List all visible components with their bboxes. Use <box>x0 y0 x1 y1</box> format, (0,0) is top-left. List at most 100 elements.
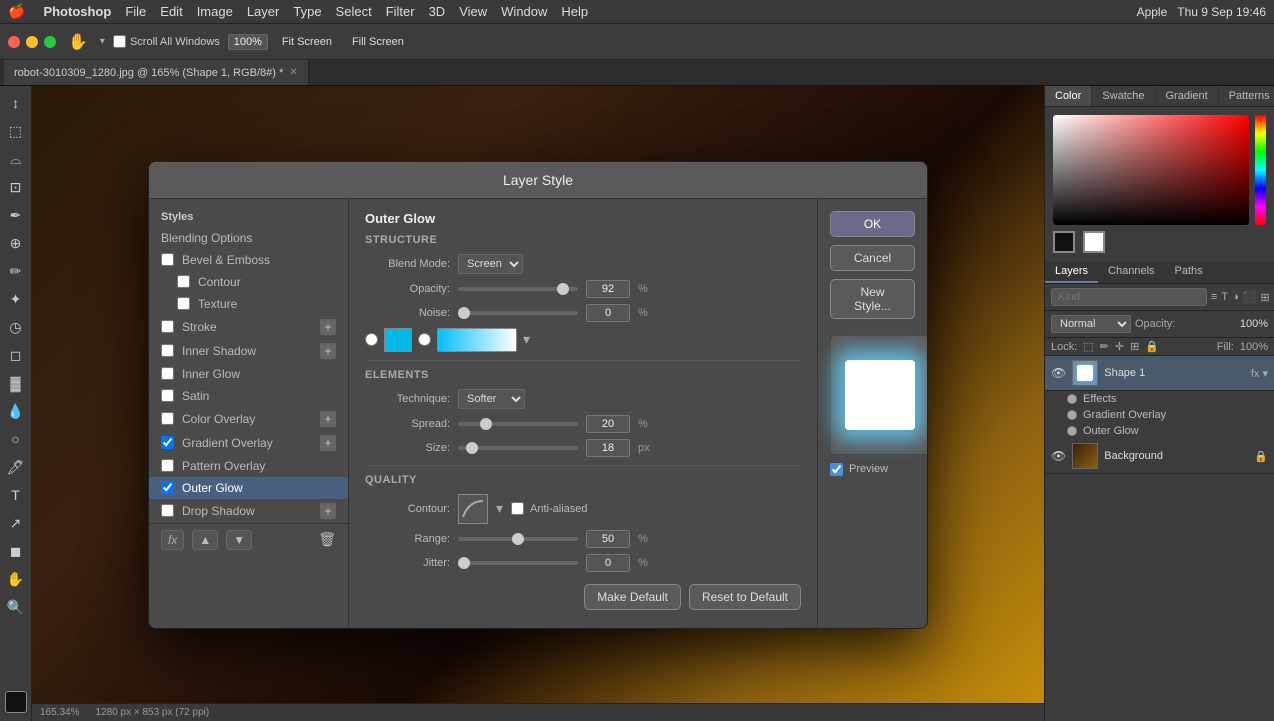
move-down-button[interactable]: ▼ <box>226 530 252 550</box>
gradient-tool[interactable]: ▓ <box>3 370 29 396</box>
type-icon[interactable]: T <box>1221 291 1228 303</box>
inner-shadow-item[interactable]: Inner Shadow + <box>149 339 348 363</box>
ok-button[interactable]: OK <box>830 211 915 237</box>
stroke-item[interactable]: Stroke + <box>149 315 348 339</box>
gradient-overlay-plus-icon[interactable]: + <box>320 435 336 451</box>
adjustment-icon[interactable]: ◑ <box>1232 291 1239 303</box>
tab-patterns[interactable]: Patterns <box>1219 86 1274 106</box>
tab-swatche[interactable]: Swatche <box>1092 86 1155 106</box>
inner-shadow-plus-icon[interactable]: + <box>320 343 336 359</box>
shape-tool[interactable]: ◼ <box>3 538 29 564</box>
eyedropper-tool[interactable]: ✒ <box>3 202 29 228</box>
foreground-color[interactable] <box>5 691 27 713</box>
menu-file[interactable]: File <box>125 4 146 19</box>
anti-alias-label[interactable]: Anti-aliased <box>511 502 587 515</box>
select-tool[interactable]: ⬚ <box>3 118 29 144</box>
zoom-input[interactable] <box>228 34 268 50</box>
contour-picker[interactable] <box>458 494 488 524</box>
kind-icon[interactable]: ≡ <box>1211 291 1217 303</box>
size-slider[interactable] <box>458 446 578 450</box>
anti-alias-checkbox[interactable] <box>511 502 524 515</box>
hand-icon[interactable]: ✋ <box>68 32 88 52</box>
opacity-slider[interactable] <box>458 287 578 291</box>
smart-object-icon[interactable]: ⊞ <box>1261 291 1270 304</box>
path-selection-tool[interactable]: ↗ <box>3 510 29 536</box>
lock-position-icon[interactable]: ✛ <box>1115 340 1124 353</box>
gradient-radio[interactable] <box>418 333 431 346</box>
menu-select[interactable]: Select <box>336 4 372 19</box>
menu-layer[interactable]: Layer <box>247 4 280 19</box>
layers-search-input[interactable] <box>1051 288 1207 306</box>
spread-slider[interactable] <box>458 422 578 426</box>
bevel-emboss-checkbox[interactable] <box>161 253 174 266</box>
shape1-layer[interactable]: 👁 Shape 1 fx ▾ <box>1045 356 1274 391</box>
layer-blend-select[interactable]: Normal <box>1051 315 1131 333</box>
tab-gradient[interactable]: Gradient <box>1156 86 1219 106</box>
satin-checkbox[interactable] <box>161 389 174 402</box>
gradient-overlay-effect[interactable]: Gradient Overlay <box>1045 407 1274 423</box>
hue-slider[interactable] <box>1255 115 1266 225</box>
color-picker-gradient[interactable] <box>1053 115 1249 225</box>
maximize-button[interactable] <box>44 36 56 48</box>
minimize-button[interactable] <box>26 36 38 48</box>
healing-tool[interactable]: ⊕ <box>3 230 29 256</box>
background-visibility-icon[interactable]: 👁 <box>1051 449 1066 463</box>
preview-checkbox[interactable] <box>830 463 843 476</box>
history-tool[interactable]: ◷ <box>3 314 29 340</box>
lasso-tool[interactable]: ⌓ <box>3 146 29 172</box>
jitter-slider[interactable] <box>458 561 578 565</box>
pattern-overlay-item[interactable]: Pattern Overlay <box>149 455 348 477</box>
close-button[interactable] <box>8 36 20 48</box>
range-slider[interactable] <box>458 537 578 541</box>
menu-type[interactable]: Type <box>293 4 321 19</box>
gradient-overlay-visibility[interactable] <box>1067 410 1077 420</box>
move-up-button[interactable]: ▲ <box>192 530 218 550</box>
noise-slider[interactable] <box>458 311 578 315</box>
texture-checkbox[interactable] <box>177 297 190 310</box>
menu-window[interactable]: Window <box>501 4 547 19</box>
gradient-overlay-checkbox[interactable] <box>161 436 174 449</box>
inner-glow-checkbox[interactable] <box>161 367 174 380</box>
lock-all-icon[interactable]: 🔒 <box>1145 340 1159 353</box>
shape-layer-icon[interactable]: ⬛ <box>1243 291 1257 304</box>
pen-tool[interactable]: 🖊 <box>3 454 29 480</box>
gradient-overlay-item[interactable]: Gradient Overlay + <box>149 431 348 455</box>
dodge-tool[interactable]: ○ <box>3 426 29 452</box>
delete-button[interactable]: 🗑 <box>318 531 336 548</box>
new-style-button[interactable]: New Style... <box>830 279 915 319</box>
satin-item[interactable]: Satin <box>149 385 348 407</box>
spread-input[interactable] <box>586 415 630 433</box>
fx-indicator[interactable]: fx ▾ <box>1251 367 1268 380</box>
size-input[interactable] <box>586 439 630 457</box>
menu-help[interactable]: Help <box>561 4 588 19</box>
crop-tool[interactable]: ⊡ <box>3 174 29 200</box>
hand-chevron[interactable]: ▾ <box>100 36 105 47</box>
technique-select[interactable]: Softer Precise <box>458 389 525 409</box>
contour-item[interactable]: Contour <box>149 271 348 293</box>
contour-checkbox[interactable] <box>177 275 190 288</box>
pattern-overlay-checkbox[interactable] <box>161 459 174 472</box>
menu-image[interactable]: Image <box>197 4 233 19</box>
app-name[interactable]: Photoshop <box>43 4 111 19</box>
menu-3d[interactable]: 3D <box>429 4 446 19</box>
outer-glow-visibility[interactable] <box>1067 426 1077 436</box>
outer-glow-checkbox[interactable] <box>161 481 174 494</box>
clone-tool[interactable]: ✦ <box>3 286 29 312</box>
menu-edit[interactable]: Edit <box>160 4 182 19</box>
lock-transparency-icon[interactable]: ⬚ <box>1083 340 1093 353</box>
stroke-plus-icon[interactable]: + <box>320 319 336 335</box>
move-tool[interactable]: ↕ <box>3 90 29 116</box>
color-radio[interactable] <box>365 333 378 346</box>
drop-shadow-checkbox[interactable] <box>161 504 174 517</box>
tab-channels[interactable]: Channels <box>1098 261 1164 283</box>
cancel-button[interactable]: Cancel <box>830 245 915 271</box>
file-tab[interactable]: robot-3010309_1280.jpg @ 165% (Shape 1, … <box>4 60 309 85</box>
menu-filter[interactable]: Filter <box>386 4 415 19</box>
jitter-input[interactable] <box>586 554 630 572</box>
foreground-color-swatch[interactable] <box>1053 231 1075 253</box>
blur-tool[interactable]: 💧 <box>3 398 29 424</box>
eraser-tool[interactable]: ◻ <box>3 342 29 368</box>
opacity-input[interactable] <box>586 280 630 298</box>
tab-close-icon[interactable]: ✕ <box>289 67 297 78</box>
color-overlay-checkbox[interactable] <box>161 412 174 425</box>
